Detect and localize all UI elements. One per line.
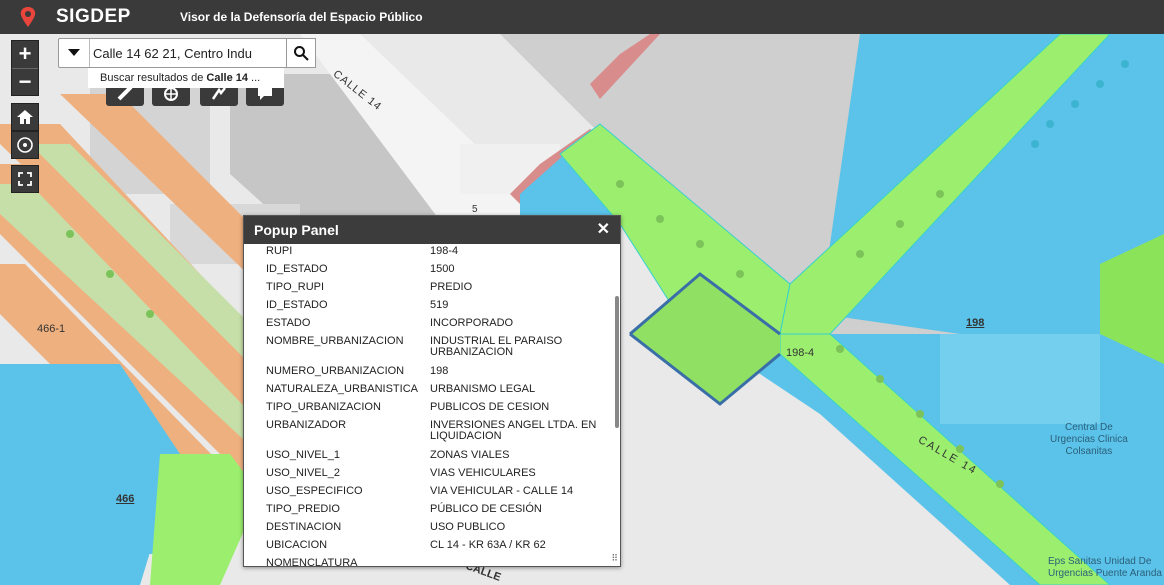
attribute-row: TIPO_RUPI PREDIO	[266, 282, 600, 300]
popup-scrollbar[interactable]	[615, 296, 619, 428]
fullscreen-button[interactable]	[11, 165, 39, 193]
search-source-dropdown[interactable]	[59, 39, 90, 67]
attribute-value: INVERSIONES ANGEL LTDA. EN LIQUIDACION	[430, 419, 597, 442]
popup-title-bar: Popup Panel ✕	[244, 216, 620, 244]
attribute-key: UBICACION	[266, 539, 328, 551]
attribute-value: PREDIO	[430, 281, 473, 293]
poi-line-1: Central De	[1065, 422, 1113, 433]
attribute-key: DESTINACION	[266, 521, 342, 533]
locate-icon	[17, 137, 33, 153]
attribute-value: VIAS VEHICULARES	[430, 467, 536, 479]
attribute-value: PUBLICOS DE CESION	[430, 401, 550, 413]
fullscreen-icon	[18, 172, 32, 186]
search-button[interactable]	[286, 38, 316, 68]
app-name: SIGDEP	[56, 6, 131, 27]
attribute-row: URBANIZADOR INVERSIONES ANGEL LTDA. EN LI…	[266, 420, 600, 450]
attribute-key: USO_NIVEL_1	[266, 449, 340, 461]
poi2-line-2: Urgencias Puente Aranda	[1048, 568, 1162, 579]
attribute-row: DESTINACION USO PUBLICO	[266, 522, 600, 540]
search-suggestion[interactable]: Buscar resultados de Calle 14 ...	[88, 68, 284, 88]
attribute-row: TIPO_URBANIZACION PUBLICOS DE CESION	[266, 402, 600, 420]
close-icon[interactable]: ✕	[597, 216, 610, 244]
attribute-value: USO PUBLICO	[430, 521, 506, 533]
attribute-value: PÚBLICO DE CESIÓN	[430, 503, 542, 515]
suggestion-suffix: ...	[247, 72, 261, 84]
attribute-value: 198	[430, 365, 449, 377]
search-input[interactable]	[93, 43, 283, 63]
attribute-row: RUPI 198-4	[266, 246, 600, 264]
zoom-control: + −	[11, 40, 39, 96]
home-button[interactable]	[11, 103, 39, 131]
attribute-key: NOMENCLATURA	[266, 557, 358, 567]
popup-body[interactable]: RUPI 198-4 ID_ESTADO 1500 TIPO_RUPI PREDIO ID_…	[244, 244, 620, 566]
resize-grip-icon[interactable]: ⠿	[611, 553, 618, 564]
attribute-key: USO_ESPECIFICO	[266, 485, 363, 497]
poi-label-colsanitas: Central De Urgencias Clinica Colsanitas	[1050, 422, 1128, 458]
popup-panel: Popup Panel ✕ RUPI 198-4 ID_ESTADO 1500 TIPO…	[243, 215, 621, 567]
attribute-key: ID_ESTADO	[266, 263, 328, 275]
attribute-key: ESTADO	[266, 317, 311, 329]
attribute-key: ID_ESTADO	[266, 299, 328, 311]
attribute-key: TIPO_RUPI	[266, 281, 325, 293]
attribute-value: VIA VEHICULAR - CALLE 14	[430, 485, 574, 497]
attribute-key: NATURALEZA_URBANISTICA	[266, 383, 418, 395]
attribute-value: ZONAS VIALES	[430, 449, 510, 461]
attribute-value	[430, 558, 600, 566]
suggestion-prefix: Buscar resultados de	[100, 72, 207, 84]
search-box: ✕	[58, 38, 316, 68]
attribute-value: CL 14 - KR 63A / KR 62	[430, 539, 546, 551]
app-header: SIGDEP Visor de la Defensoría del Espaci…	[0, 0, 1164, 34]
attribute-row: ID_ESTADO 519	[266, 300, 600, 318]
attribute-key: NUMERO_URBANIZACION	[266, 365, 405, 377]
zoom-in-button[interactable]: +	[12, 41, 38, 68]
attribute-row: NUMERO_URBANIZACION 198	[266, 366, 600, 384]
attribute-row: USO_ESPECIFICO VIA VEHICULAR - CALLE 14	[266, 486, 600, 504]
attribute-value: URBANISMO LEGAL	[430, 383, 536, 395]
app-subtitle: Visor de la Defensoría del Espacio Públi…	[180, 10, 423, 24]
suggestion-query: Calle 14	[206, 72, 248, 84]
attribute-row: NOMBRE_URBANIZACION INDUSTRIAL EL PARAISO…	[266, 336, 600, 366]
attribute-row: USO_NIVEL_2 VIAS VEHICULARES	[266, 468, 600, 486]
attribute-value: INCORPORADO	[430, 317, 514, 329]
parcel-label-466: 466	[116, 493, 135, 505]
attribute-key: NOMBRE_URBANIZACION	[266, 335, 404, 347]
zoom-out-button[interactable]: −	[12, 68, 38, 96]
home-icon	[17, 110, 33, 124]
attribute-key: TIPO_URBANIZACION	[266, 401, 381, 413]
poi2-line-1: Eps Sanitas Unidad De	[1048, 556, 1152, 567]
popup-title: Popup Panel	[254, 222, 339, 238]
attribute-value: 519	[430, 299, 449, 311]
parcel-label-198-4: 198-4	[786, 347, 815, 359]
attribute-row: ESTADO INCORPORADO	[266, 318, 600, 336]
attribute-value: 198-4	[430, 245, 459, 257]
attributes-table: RUPI 198-4 ID_ESTADO 1500 TIPO_RUPI PREDIO ID_…	[266, 246, 600, 567]
attribute-row: NATURALEZA_URBANISTICA URBANISMO LEGAL	[266, 384, 600, 402]
attribute-row: NOMENCLATURA	[266, 557, 600, 567]
attribute-row: ID_ESTADO 1500	[266, 264, 600, 282]
attribute-key: USO_NIVEL_2	[266, 467, 340, 479]
attribute-row: TIPO_PREDIO PÚBLICO DE CESIÓN	[266, 504, 600, 522]
attribute-value: INDUSTRIAL EL PARAISO URBANIZACION	[430, 335, 563, 358]
map-pin-icon	[20, 7, 36, 27]
parcel-label-466-1: 466-1	[37, 323, 66, 335]
poi-line-3: Colsanitas	[1065, 446, 1113, 457]
attribute-key: RUPI	[266, 245, 293, 257]
parcel-label-198: 198	[966, 317, 985, 329]
small-label: 5	[472, 204, 478, 215]
attribute-row: USO_NIVEL_1 ZONAS VIALES	[266, 450, 600, 468]
search-icon	[294, 46, 309, 61]
attribute-value: 1500	[430, 263, 455, 275]
attribute-key: URBANIZADOR	[266, 419, 347, 431]
attribute-row: UBICACION CL 14 - KR 63A / KR 62	[266, 540, 600, 558]
locate-button[interactable]	[11, 131, 39, 159]
poi-label-sanitas: Eps Sanitas Unidad De Urgencias Puente A…	[1048, 556, 1162, 580]
poi-line-2: Urgencias Clinica	[1050, 434, 1128, 445]
attribute-key: TIPO_PREDIO	[266, 503, 340, 515]
caret-down-icon	[68, 49, 80, 56]
